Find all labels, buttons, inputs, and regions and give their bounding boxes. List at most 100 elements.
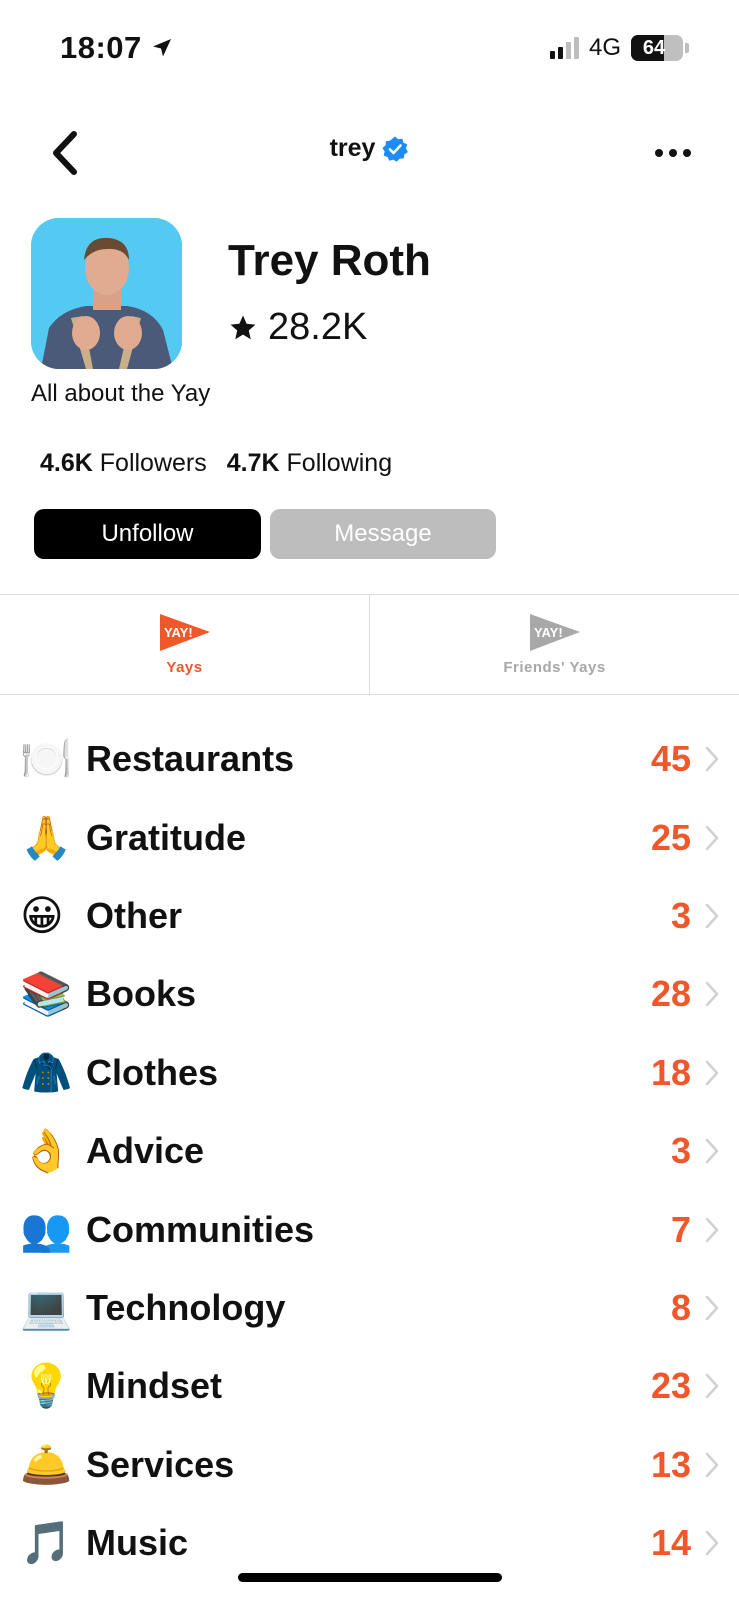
category-count: 14 <box>650 1522 691 1564</box>
avatar-photo <box>31 218 182 369</box>
location-arrow-icon <box>152 39 171 57</box>
tab-yays[interactable]: YAY! Yays <box>0 595 369 694</box>
category-row-communities[interactable]: 👥 Communities 7 <box>0 1190 739 1268</box>
battery-icon: 64 <box>631 35 683 61</box>
category-label: Restaurants <box>86 738 295 780</box>
chevron-right-icon <box>705 1217 739 1243</box>
chevron-right-icon <box>705 1060 739 1086</box>
category-row-music[interactable]: 🎵 Music 14 <box>0 1504 739 1582</box>
chevron-right-icon <box>705 825 739 851</box>
profile-score: 28.2K <box>228 306 367 349</box>
status-time-text: 18:07 <box>60 30 142 65</box>
category-count: 28 <box>650 973 691 1015</box>
category-label: Services <box>86 1443 235 1485</box>
ok-hand-icon: 👌 <box>20 1126 73 1176</box>
profile-score-value: 28.2K <box>268 306 368 348</box>
more-horizontal-icon <box>655 149 663 157</box>
category-row-gratitude[interactable]: 🙏 Gratitude 25 <box>0 798 739 876</box>
category-label: Music <box>86 1522 189 1564</box>
following-label: Following <box>286 449 393 477</box>
status-bar: 18:07 4G 64 <box>0 0 739 100</box>
chevron-right-icon <box>705 1530 739 1556</box>
musical-note-icon: 🎵 <box>20 1518 73 1568</box>
status-indicators: 4G 64 <box>549 34 689 62</box>
cellular-signal-icon <box>549 37 579 59</box>
category-row-clothes[interactable]: 🧥 Clothes 18 <box>0 1034 739 1112</box>
chevron-right-icon <box>705 1295 739 1321</box>
followers-stat[interactable]: 4.6K Followers <box>40 449 207 478</box>
following-stat[interactable]: 4.7K Following <box>227 449 392 478</box>
coat-icon: 🧥 <box>20 1047 73 1097</box>
yay-flag-icon: YAY! <box>529 614 580 651</box>
light-bulb-icon: 💡 <box>20 1361 73 1411</box>
battery-level: 64 <box>642 36 666 59</box>
avatar <box>31 218 182 369</box>
chevron-right-icon <box>705 981 739 1007</box>
people-icon: 👥 <box>20 1204 73 1254</box>
battery-tip <box>685 43 689 53</box>
header-title: trey <box>0 134 739 163</box>
svg-text:YAY!: YAY! <box>534 625 563 640</box>
star-icon <box>230 315 256 339</box>
tab-friends-yays-label: Friends' Yays <box>503 659 606 676</box>
laptop-icon: 💻 <box>20 1282 73 1332</box>
bellhop-bell-icon: 🛎️ <box>20 1439 73 1489</box>
verified-badge-icon <box>382 136 409 162</box>
profile-name: Trey Roth <box>228 236 431 285</box>
more-horizontal-icon-dot <box>683 149 691 157</box>
category-count: 13 <box>650 1443 691 1485</box>
category-label: Clothes <box>86 1051 219 1093</box>
plate-cutlery-icon: 🍽️ <box>20 734 73 784</box>
category-list: 🍽️ Restaurants 45 🙏 Gratitude 25 😀 Other… <box>0 720 739 1582</box>
network-type: 4G <box>588 34 621 61</box>
category-label: Technology <box>86 1286 286 1328</box>
unfollow-button[interactable]: Unfollow <box>34 509 261 559</box>
svg-text:YAY!: YAY! <box>164 625 193 640</box>
message-button[interactable]: Message <box>270 509 496 559</box>
more-horizontal-icon-dot <box>669 149 677 157</box>
chevron-right-icon <box>705 746 739 772</box>
tab-yays-label: Yays <box>166 659 203 676</box>
category-row-technology[interactable]: 💻 Technology 8 <box>0 1269 739 1347</box>
chevron-right-icon <box>705 1138 739 1164</box>
category-count: 23 <box>650 1365 691 1407</box>
category-row-restaurants[interactable]: 🍽️ Restaurants 45 <box>0 720 739 798</box>
header-username: trey <box>329 134 376 162</box>
yay-flag-icon: YAY! <box>159 614 210 651</box>
category-label: Communities <box>86 1208 315 1250</box>
more-options-button[interactable] <box>643 128 703 178</box>
chevron-right-icon <box>705 1452 739 1478</box>
category-count: 25 <box>650 816 691 858</box>
books-icon: 📚 <box>20 969 73 1019</box>
category-label: Mindset <box>86 1365 223 1407</box>
category-label: Books <box>86 973 197 1015</box>
category-count: 45 <box>650 738 691 780</box>
category-count: 18 <box>650 1051 691 1093</box>
profile-tabs: YAY! Yays YAY! Friends' Yays <box>0 594 739 695</box>
category-count: 3 <box>670 1130 691 1172</box>
tab-friends-yays[interactable]: YAY! Friends' Yays <box>369 595 739 694</box>
category-count: 7 <box>670 1208 691 1250</box>
category-count: 3 <box>670 894 691 936</box>
profile-bio: All about the Yay <box>31 380 211 407</box>
category-label: Gratitude <box>86 816 247 858</box>
followers-label: Followers <box>99 449 207 477</box>
status-time: 18:07 <box>60 30 174 66</box>
category-label: Other <box>86 894 183 936</box>
category-row-mindset[interactable]: 💡 Mindset 23 <box>0 1347 739 1425</box>
grinning-face-icon: 😀 <box>20 890 64 940</box>
chevron-right-icon <box>705 1373 739 1399</box>
folded-hands-icon: 🙏 <box>20 812 73 862</box>
category-row-books[interactable]: 📚 Books 28 <box>0 955 739 1033</box>
following-count: 4.7K <box>226 449 280 477</box>
home-indicator[interactable] <box>238 1573 502 1582</box>
follow-stats: 4.6K Followers 4.7K Following <box>40 449 392 478</box>
category-row-advice[interactable]: 👌 Advice 3 <box>0 1112 739 1190</box>
followers-count: 4.6K <box>40 449 93 477</box>
chevron-right-icon <box>705 903 739 929</box>
profile-header: trey <box>0 118 739 188</box>
category-label: Advice <box>86 1130 205 1172</box>
category-row-services[interactable]: 🛎️ Services 13 <box>0 1426 739 1504</box>
category-count: 8 <box>670 1286 691 1328</box>
category-row-other[interactable]: 😀 Other 3 <box>0 877 739 955</box>
